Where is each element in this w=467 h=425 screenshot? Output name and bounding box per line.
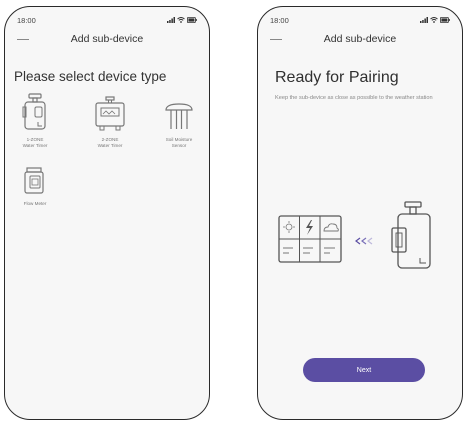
page-title: Add sub-device (323, 33, 397, 45)
device-option-soil-moisture-sensor[interactable]: Soil Moisture Sensor (151, 91, 207, 149)
sub-device-icon (391, 201, 431, 269)
battery-icon (440, 17, 450, 23)
device-option-2zone-water-timer[interactable]: 2-ZONE Water Timer (82, 91, 138, 149)
phone-screen-select-device-type: 18:00 Add sub-device Please select devic… (4, 6, 210, 420)
status-bar: 18:00 (17, 16, 197, 28)
device-option-1zone-water-timer[interactable]: 1-ZONE Water Timer (7, 91, 63, 149)
signal-icon (167, 17, 175, 23)
next-button[interactable]: Next (303, 358, 425, 382)
status-icons (167, 17, 197, 23)
device-label: Flow Meter (23, 201, 47, 206)
device-label: 2-ZONE Water Timer (97, 137, 123, 148)
device-label: Soil Moisture Sensor (165, 137, 193, 148)
water-timer-1zone-icon (22, 93, 46, 130)
header: Add sub-device (258, 31, 462, 49)
signal-arrows-icon (355, 237, 373, 245)
signal-icon (420, 17, 428, 23)
soil-moisture-sensor-icon (165, 103, 193, 129)
status-icons (420, 17, 450, 23)
flow-meter-icon (24, 167, 44, 194)
section-title: Please select device type (14, 69, 167, 84)
pairing-description: Keep the sub-device as close as possible… (275, 95, 433, 101)
battery-icon (187, 17, 197, 23)
page-title: Add sub-device (70, 33, 144, 45)
header: Add sub-device (5, 31, 209, 49)
wifi-icon (430, 17, 438, 23)
device-label: 1-ZONE Water Timer (22, 137, 48, 148)
status-time: 18:00 (270, 16, 289, 25)
pairing-illustration (278, 201, 431, 269)
wifi-icon (177, 17, 185, 23)
status-time: 18:00 (17, 16, 36, 25)
phone-screen-ready-for-pairing: 18:00 Add sub-device Ready for Pairing K… (257, 6, 463, 420)
pairing-title: Ready for Pairing (275, 69, 399, 86)
device-option-flow-meter[interactable]: Flow Meter (7, 155, 63, 207)
weather-station-icon (278, 215, 342, 263)
status-bar: 18:00 (270, 16, 450, 28)
water-timer-2zone-icon (95, 96, 125, 131)
